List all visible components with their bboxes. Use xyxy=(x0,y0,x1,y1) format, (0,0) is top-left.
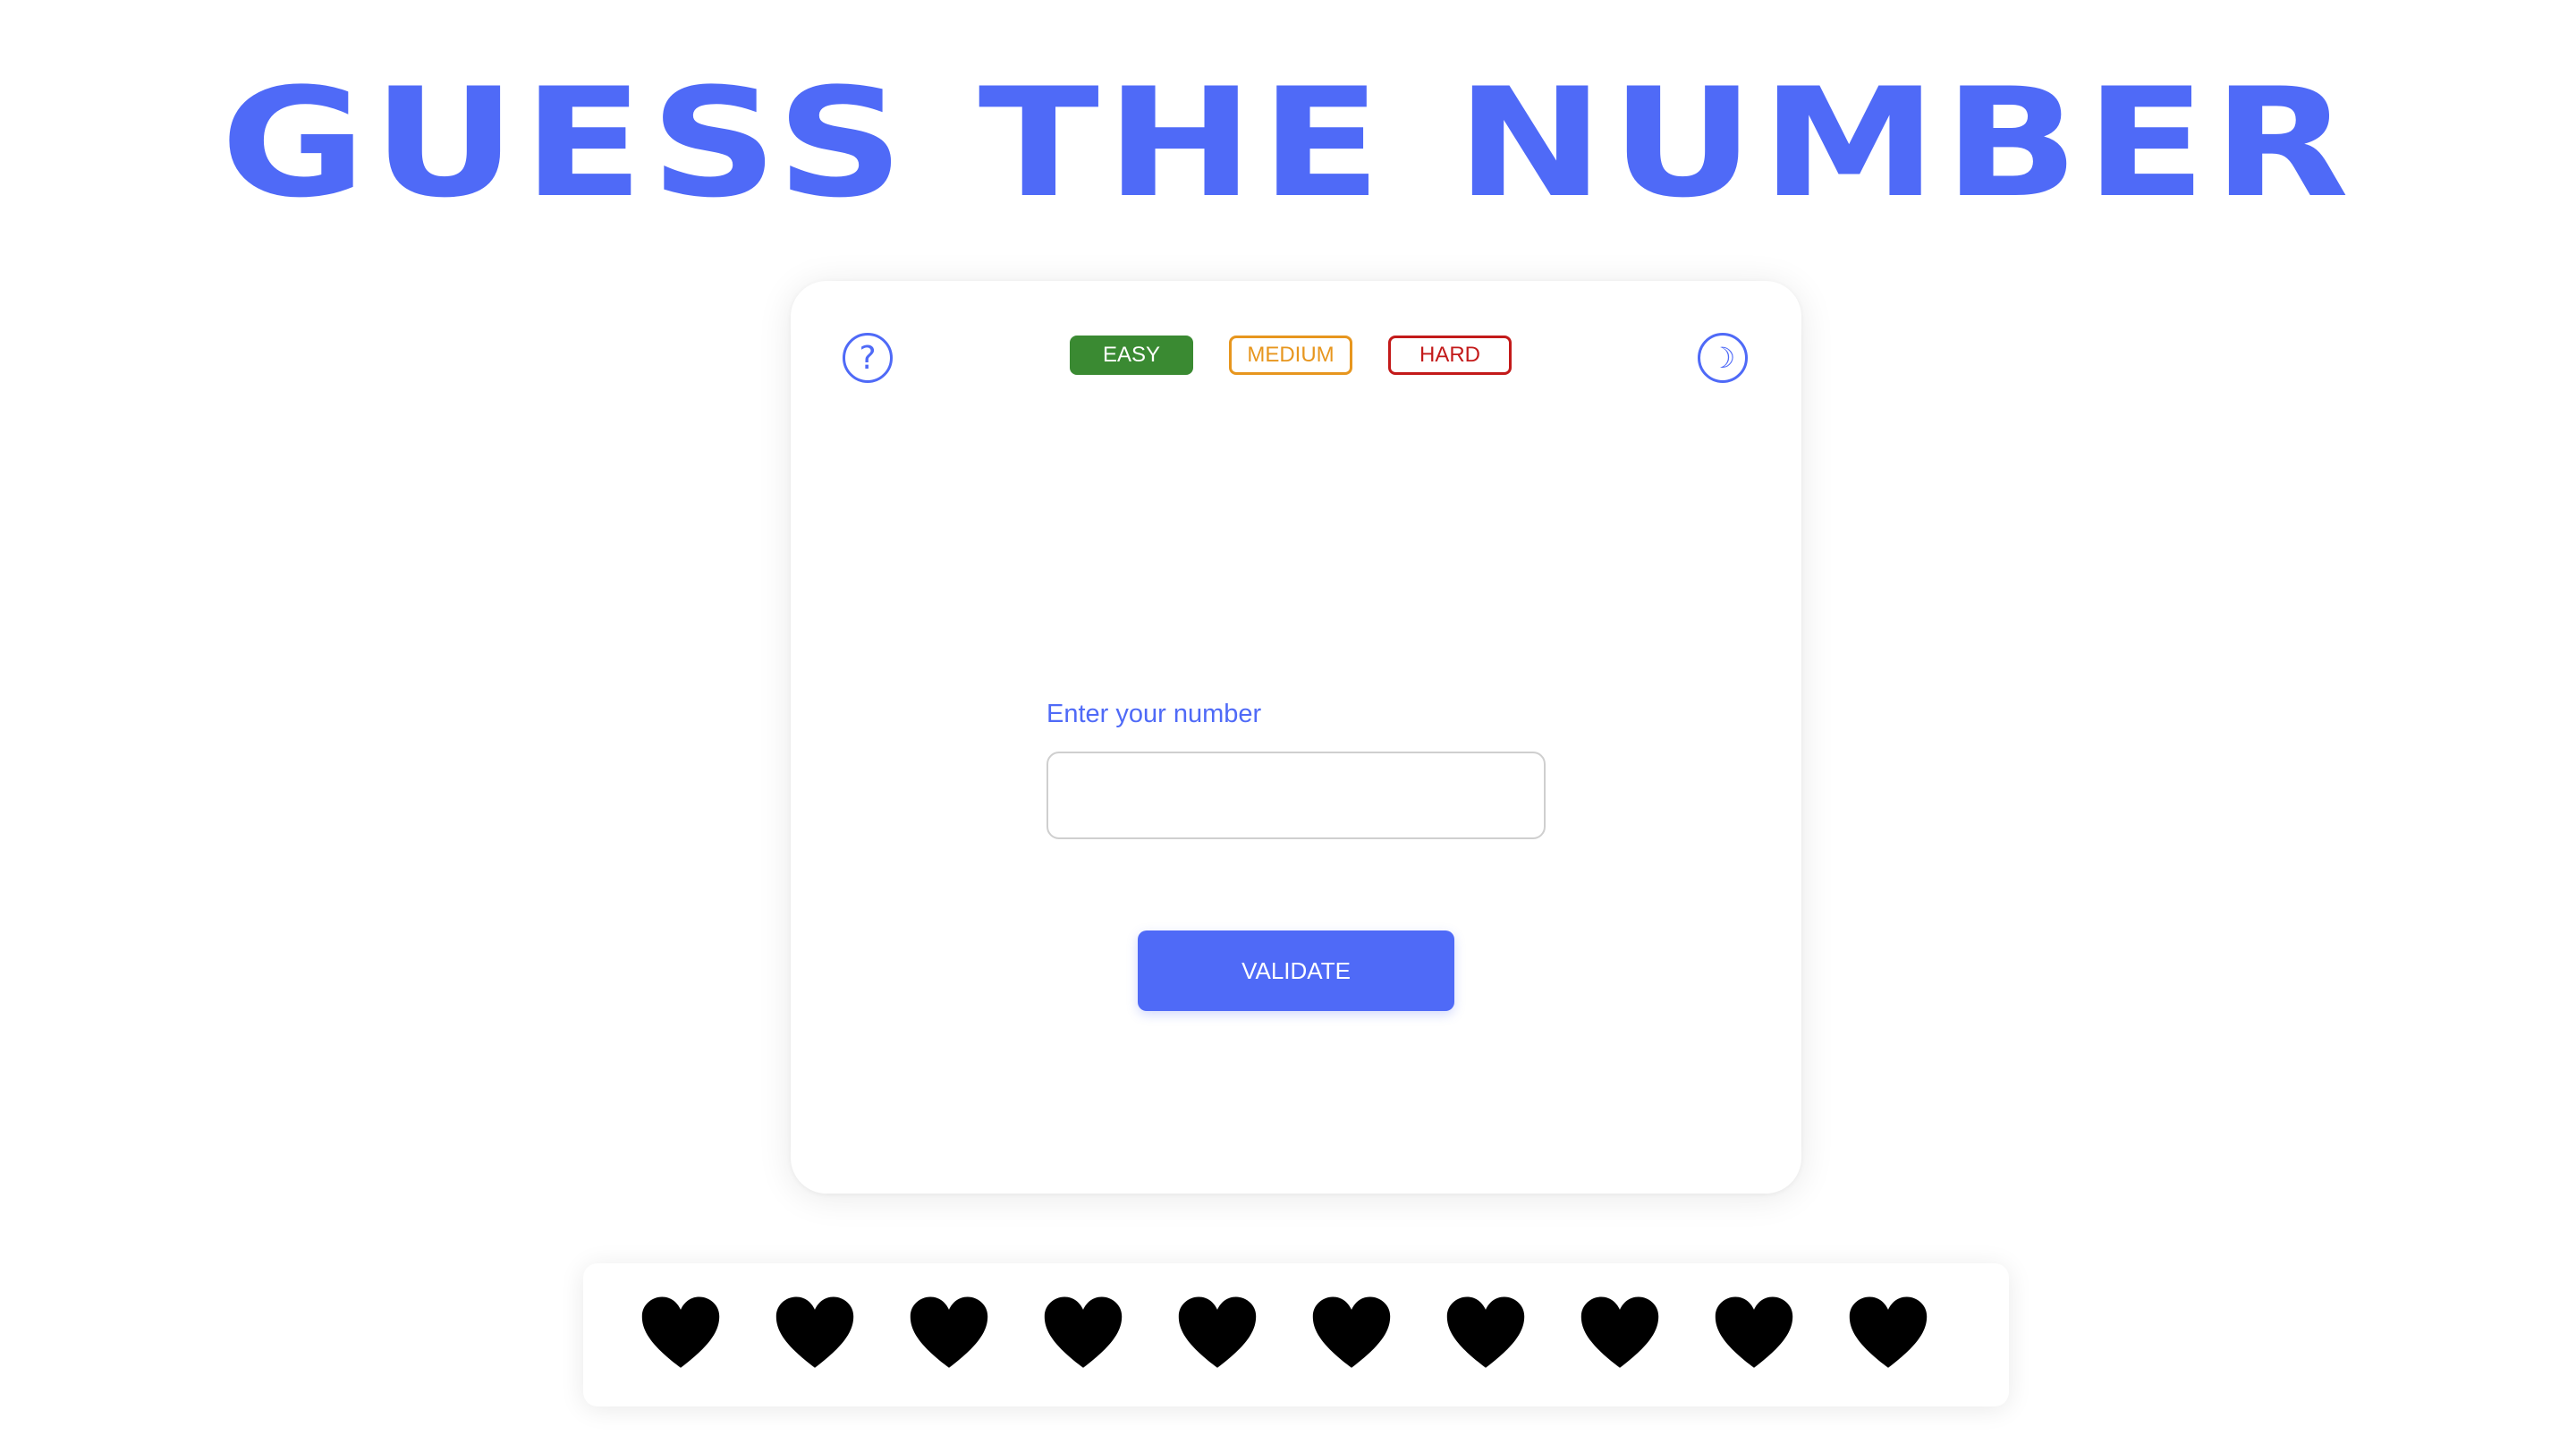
crescent-moon-icon: ☽ xyxy=(1709,341,1736,375)
page-title: GUESS THE NUMBER xyxy=(220,55,2356,231)
game-card: ? EASY MEDIUM HARD ☽ Enter your number V… xyxy=(791,281,1801,1194)
heart-icon xyxy=(775,1296,854,1368)
heart-icon xyxy=(1178,1296,1257,1368)
page: GUESS THE NUMBER ? EASY MEDIUM HARD ☽ En… xyxy=(0,0,2576,1453)
heart-icon xyxy=(641,1296,720,1368)
question-mark-icon: ? xyxy=(859,339,877,377)
lives-bar xyxy=(583,1263,2009,1406)
level-easy-button[interactable]: EASY xyxy=(1070,336,1193,375)
number-input[interactable] xyxy=(1046,752,1546,839)
heart-icon xyxy=(1312,1296,1391,1368)
validate-button[interactable]: VALIDATE xyxy=(1138,930,1454,1011)
heart-icon xyxy=(1044,1296,1123,1368)
level-medium-button[interactable]: MEDIUM xyxy=(1229,336,1352,375)
number-input-label: Enter your number xyxy=(1046,700,1262,728)
heart-icon xyxy=(1715,1296,1793,1368)
difficulty-selector: EASY MEDIUM HARD xyxy=(1070,336,1512,375)
help-button[interactable]: ? xyxy=(843,333,893,383)
level-hard-button[interactable]: HARD xyxy=(1388,336,1512,375)
heart-icon xyxy=(1849,1296,1928,1368)
theme-toggle-button[interactable]: ☽ xyxy=(1698,333,1748,383)
heart-icon xyxy=(910,1296,988,1368)
heart-icon xyxy=(1446,1296,1525,1368)
heart-icon xyxy=(1580,1296,1659,1368)
